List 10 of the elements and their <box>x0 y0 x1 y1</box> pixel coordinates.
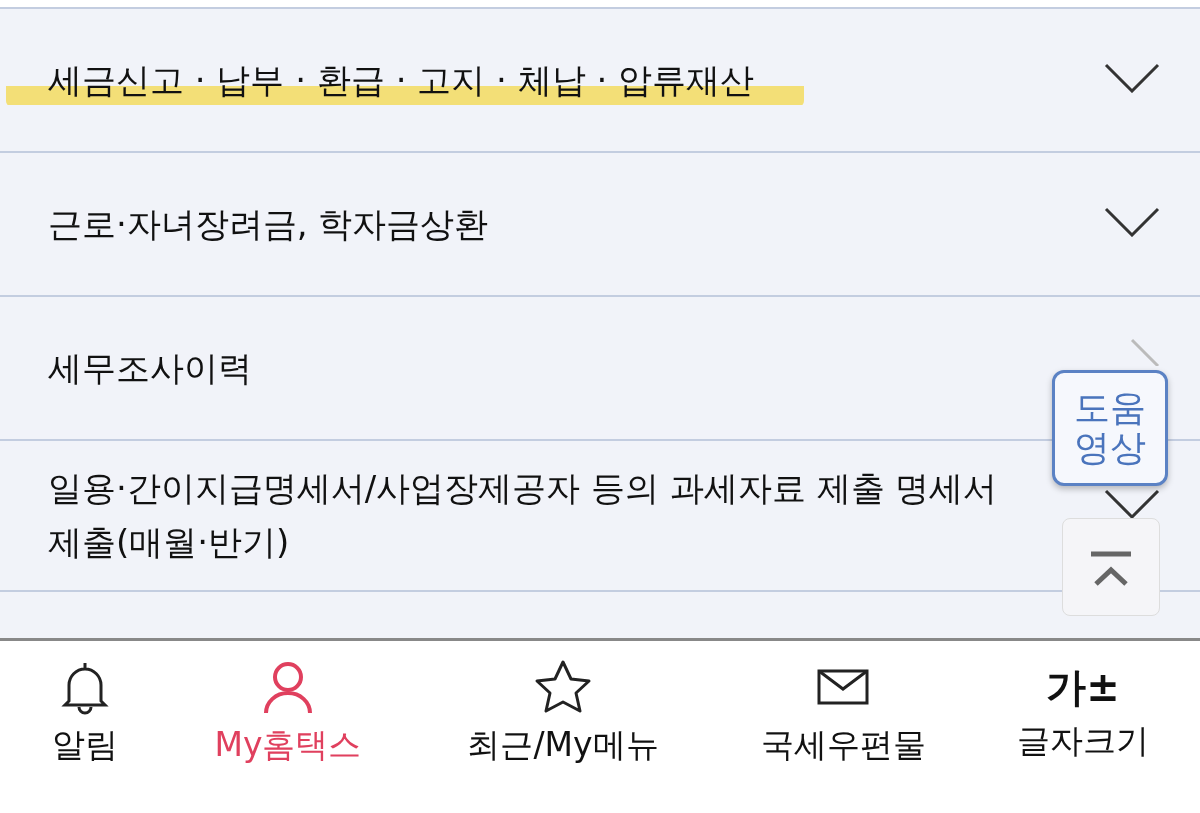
nav-tab[interactable]: 국세우편물 <box>760 723 926 768</box>
menu-item-label: 일용·간이지급명세서/사업장제공자 등의 과세자료 제출 명세서 제출(매월·반기) <box>48 467 999 565</box>
nav-tab[interactable]: 최근/My메뉴 <box>467 723 659 768</box>
nav-tab[interactable]: 알림 <box>52 723 118 768</box>
nav-tab[interactable]: 글자크기 <box>1017 719 1149 764</box>
font-size-icon: 가± <box>1046 664 1120 710</box>
help-video-button[interactable]: 도움 영상 <box>1052 370 1168 486</box>
menu-item-label: 근로·자녀장려금, 학자금상환 <box>48 202 489 246</box>
nav-tab[interactable]: My홈택스 <box>214 723 362 768</box>
menu-item-label: 세무조사이력 <box>48 346 252 390</box>
